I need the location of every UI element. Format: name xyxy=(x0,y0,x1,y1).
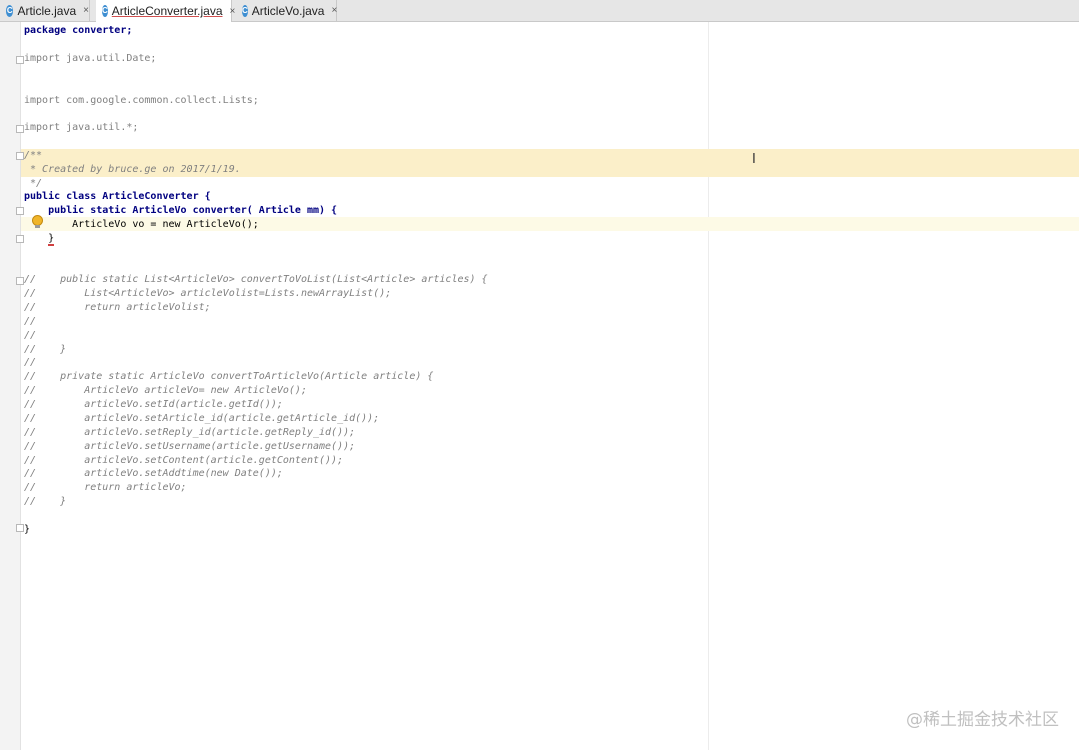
class-icon: C xyxy=(102,5,108,17)
fold-marker-icon[interactable] xyxy=(16,524,24,532)
code-line: // return articleVolist; xyxy=(24,302,211,313)
class-icon: C xyxy=(6,4,14,17)
code-line: // } xyxy=(24,496,67,507)
error-squiggle xyxy=(48,236,54,246)
fold-marker-icon[interactable] xyxy=(16,56,24,64)
text-cursor-icon: I xyxy=(752,152,756,167)
close-icon[interactable]: × xyxy=(83,5,89,16)
close-icon[interactable]: × xyxy=(230,6,236,17)
code-line: ArticleVo vo = new ArticleVo(); xyxy=(24,219,259,230)
fold-marker-icon[interactable] xyxy=(16,277,24,285)
close-icon[interactable]: × xyxy=(331,5,337,16)
code-line: // xyxy=(24,330,37,341)
code-line: import java.util.Date; xyxy=(24,53,157,64)
code-line: public class ArticleConverter { xyxy=(24,191,211,202)
code-line: package converter; xyxy=(24,25,133,36)
right-margin-guide xyxy=(708,22,709,750)
code-line: // articleVo.setId(article.getId()); xyxy=(24,399,283,410)
code-line: // articleVo.setContent(article.getConte… xyxy=(24,455,344,466)
code-line: } xyxy=(24,524,31,535)
code-line: // return articleVo; xyxy=(24,482,187,493)
watermark: @稀土掘金技术社区 xyxy=(906,710,1059,730)
code-line: public static ArticleVo converter( Artic… xyxy=(24,205,338,216)
code-line: import java.util.*; xyxy=(24,122,139,133)
code-line: * Created by bruce.ge on 2017/1/19. xyxy=(24,164,241,175)
code-line: // xyxy=(24,316,37,327)
code-line: // private static ArticleVo convertToArt… xyxy=(24,371,434,382)
tab-article-java[interactable]: C Article.java × xyxy=(0,0,90,21)
fold-marker-icon[interactable] xyxy=(16,152,24,160)
code-line: // } xyxy=(24,344,67,355)
code-line: // articleVo.setReply_id(article.getRepl… xyxy=(24,427,356,438)
tab-articleconverter-java[interactable]: C ArticleConverter.java × xyxy=(96,0,235,22)
fold-marker-icon[interactable] xyxy=(16,207,24,215)
code-line: // articleVo.setUsername(article.getUser… xyxy=(24,441,356,452)
tab-label: ArticleVo.java xyxy=(251,3,325,18)
code-line: // xyxy=(24,357,37,368)
fold-marker-icon[interactable] xyxy=(16,125,24,133)
code-line: // ArticleVo articleVo= new ArticleVo(); xyxy=(24,385,307,396)
code-line: // articleVo.setArticle_id(article.getAr… xyxy=(24,413,380,424)
tab-label: Article.java xyxy=(17,3,77,18)
code-line: // List<ArticleVo> articleVolist=Lists.n… xyxy=(24,288,392,299)
code-line: // articleVo.setAddtime(new Date()); xyxy=(24,468,283,479)
code-line: */ xyxy=(24,178,43,189)
code-line: // public static List<ArticleVo> convert… xyxy=(24,274,488,285)
editor-tab-bar: C Article.java × C ArticleConverter.java… xyxy=(0,0,1079,22)
tab-articlevo-java[interactable]: C ArticleVo.java × xyxy=(236,0,337,21)
fold-marker-icon[interactable] xyxy=(16,235,24,243)
tab-label: ArticleConverter.java xyxy=(111,4,223,18)
code-line: import com.google.common.collect.Lists; xyxy=(24,95,259,106)
code-line: /** xyxy=(24,150,43,161)
class-icon: C xyxy=(242,4,248,17)
